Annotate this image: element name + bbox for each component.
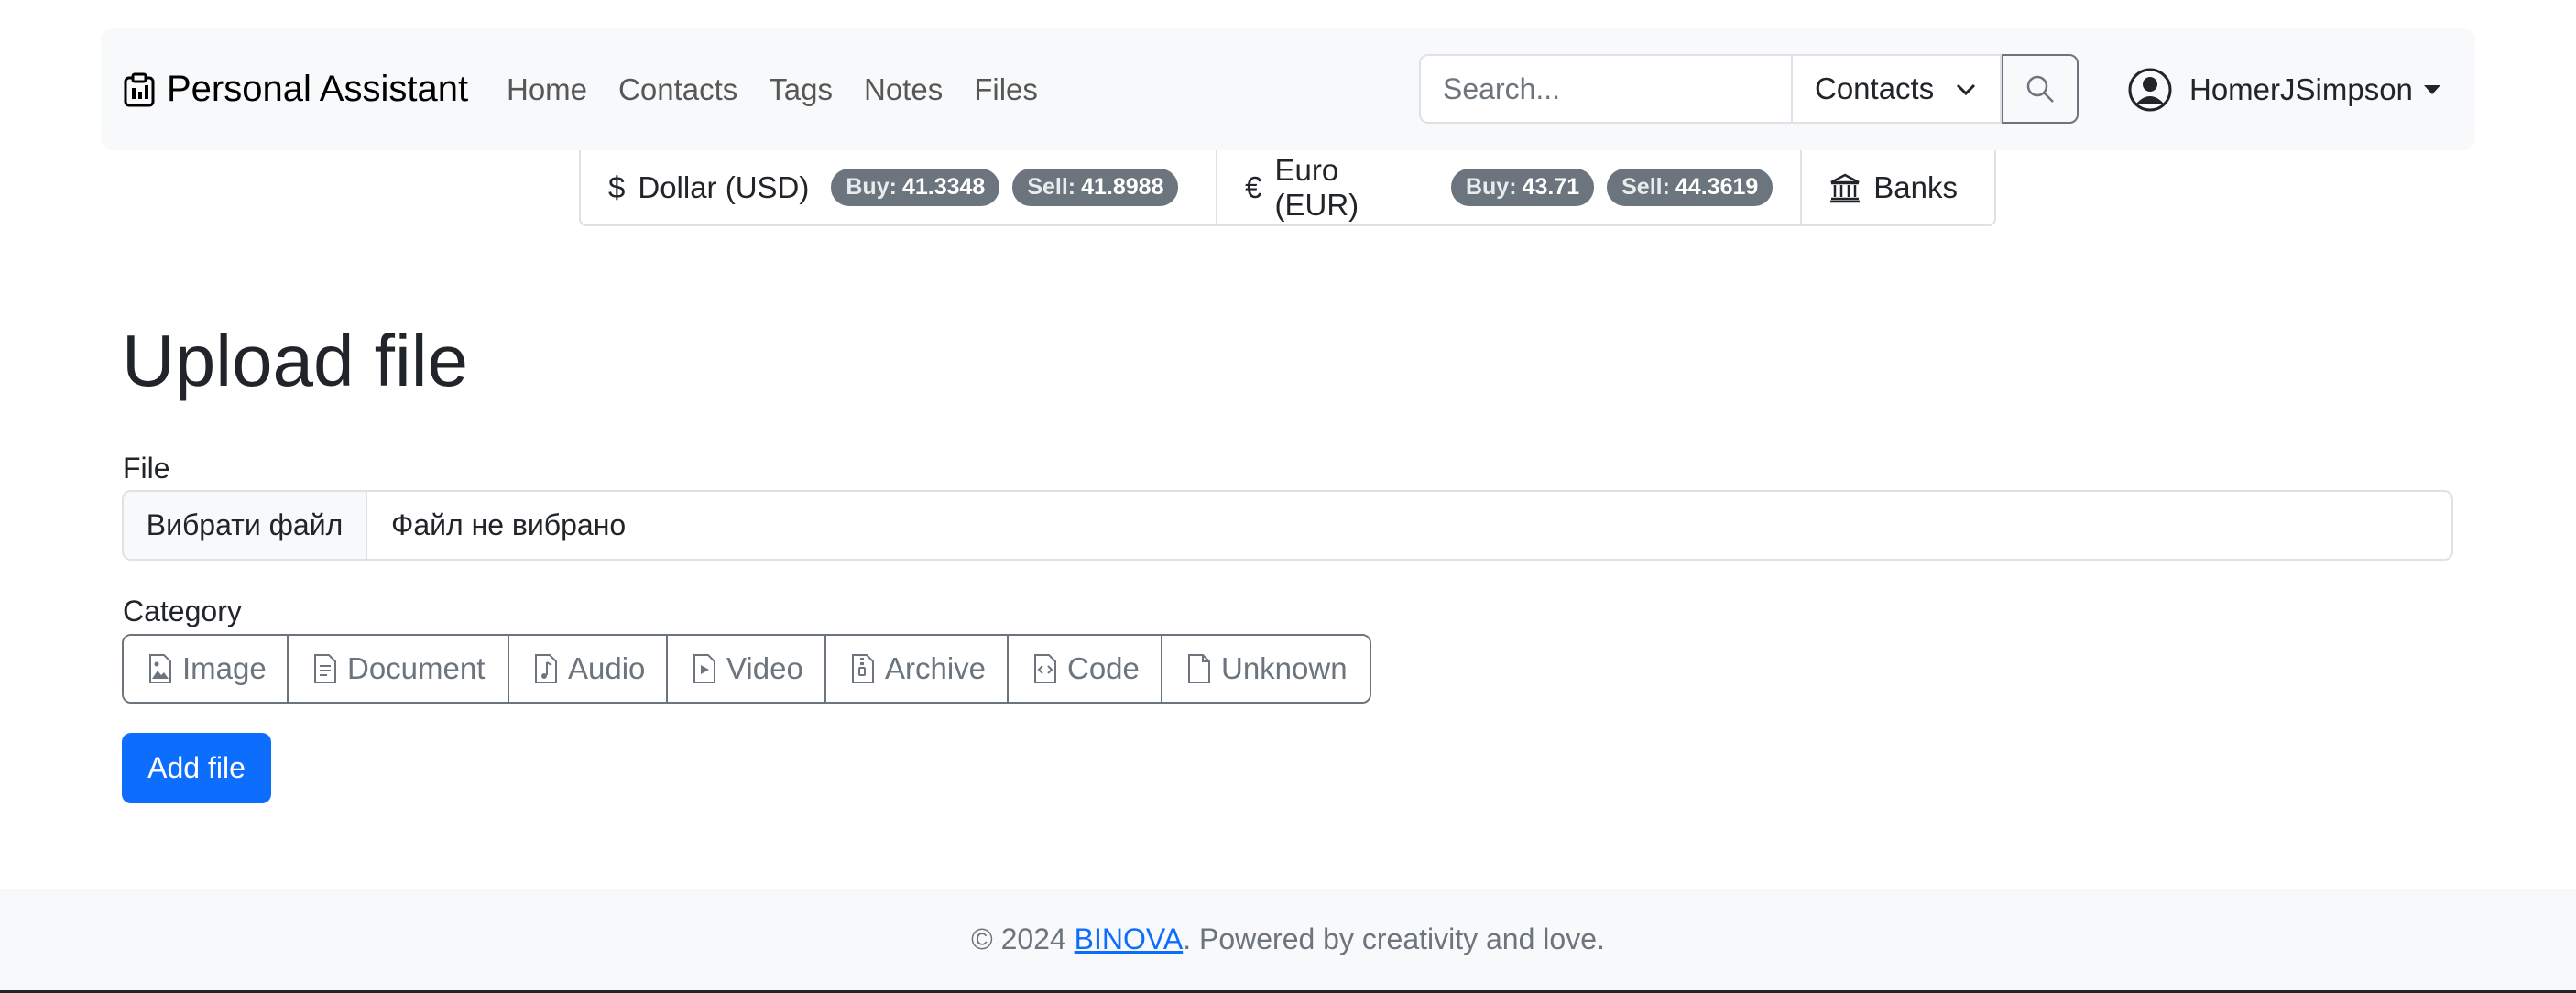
user-avatar-icon — [2127, 67, 2173, 113]
image-file-icon — [147, 653, 173, 684]
search-button[interactable] — [2002, 54, 2079, 124]
buy-rate: 41.3348 — [901, 174, 986, 200]
nav-link-files[interactable]: Files — [974, 72, 1038, 107]
category-document-button[interactable]: Document — [289, 636, 509, 702]
audio-file-icon — [533, 653, 559, 684]
currency-eur: € Euro (EUR) Buy: 43.71 Sell: 44.3619 — [1217, 150, 1803, 224]
code-file-icon — [1032, 653, 1058, 684]
category-label-text: Video — [726, 651, 803, 685]
file-status: Файл не вибрано — [391, 508, 627, 541]
user-name: HomerJSimpson — [2189, 71, 2413, 106]
document-file-icon — [312, 653, 338, 684]
nav-link-contacts[interactable]: Contacts — [618, 72, 737, 107]
category-unknown-button[interactable]: Unknown — [1162, 636, 1370, 702]
currency-usd: $ Dollar (USD) Buy: 41.3348 Sell: 41.8988 — [581, 150, 1218, 224]
buy-badge: Buy: 43.71 — [1450, 169, 1595, 206]
banks-link[interactable]: Banks — [1802, 150, 1994, 224]
category-label-text: Image — [182, 651, 267, 685]
chevron-down-icon — [1954, 77, 1978, 101]
nav-links: Home Contacts Tags Notes Files — [507, 28, 1038, 150]
brand-name: Personal Assistant — [167, 69, 469, 109]
bank-icon — [1829, 172, 1861, 203]
euro-icon: € — [1245, 169, 1262, 204]
currency-name: Dollar (USD) — [638, 169, 810, 204]
category-image-button[interactable]: Image — [124, 636, 289, 702]
category-audio-button[interactable]: Audio — [509, 636, 668, 702]
clipboard-icon — [123, 72, 156, 107]
search-form: Search... Contacts — [1419, 54, 2079, 124]
sell-label: Sell: — [1621, 174, 1670, 200]
currency-bar: $ Dollar (USD) Buy: 41.3348 Sell: 41.8988 … — [579, 150, 1996, 226]
category-code-button[interactable]: Code — [1009, 636, 1162, 702]
caret-down-icon — [2423, 84, 2440, 94]
footer: © 2024 BINOVA. Powered by creativity and… — [0, 889, 2576, 993]
nav-link-notes[interactable]: Notes — [864, 72, 943, 107]
buy-badge: Buy: 41.3348 — [831, 169, 1000, 206]
archive-file-icon — [850, 653, 876, 684]
buy-label: Buy: — [846, 174, 897, 200]
footer-tagline: . Powered by creativity and love. — [1183, 922, 1605, 955]
currency-name: Euro (EUR) — [1274, 152, 1359, 222]
search-input[interactable]: Search... — [1419, 54, 1791, 124]
nav-link-home[interactable]: Home — [507, 72, 587, 107]
search-scope-select[interactable]: Contacts — [1791, 54, 2002, 124]
footer-binova-link[interactable]: BINOVA — [1075, 922, 1184, 956]
nav-link-tags[interactable]: Tags — [769, 72, 833, 107]
file-label: File — [123, 452, 170, 485]
user-menu[interactable]: HomerJSimpson — [2127, 28, 2440, 150]
banks-label: Banks — [1873, 169, 1958, 204]
brand[interactable]: Personal Assistant — [123, 28, 468, 150]
add-file-button[interactable]: Add file — [122, 733, 271, 803]
buy-label: Buy: — [1465, 174, 1517, 200]
category-label: Category — [123, 595, 242, 627]
category-label-text: Code — [1067, 651, 1140, 685]
footer-copyright: © 2024 — [971, 922, 1075, 955]
search-scope-value: Contacts — [1815, 71, 1935, 105]
sell-badge: Sell: 41.8988 — [1012, 169, 1179, 206]
choose-file-button[interactable]: Вибрати файл — [124, 492, 367, 559]
blank-file-icon — [1186, 653, 1212, 684]
sell-rate: 44.3619 — [1675, 174, 1759, 200]
category-label-text: Audio — [568, 651, 646, 685]
buy-rate: 43.71 — [1522, 174, 1580, 200]
search-icon — [2025, 73, 2056, 104]
sell-label: Sell: — [1027, 174, 1076, 200]
page-title: Upload file — [122, 320, 469, 401]
category-label-text: Unknown — [1221, 651, 1348, 685]
category-archive-button[interactable]: Archive — [826, 636, 1009, 702]
category-button-group: Image Document Audio Video Archive Code … — [122, 634, 1371, 704]
file-input[interactable]: Вибрати файл Файл не вибрано — [122, 490, 2453, 561]
category-label-text: Archive — [885, 651, 987, 685]
sell-badge: Sell: 44.3619 — [1607, 169, 1774, 206]
category-label-text: Document — [347, 651, 486, 685]
dollar-icon: $ — [608, 169, 626, 204]
sell-rate: 41.8988 — [1081, 174, 1164, 200]
video-file-icon — [692, 653, 717, 684]
navbar: Personal Assistant Home Contacts Tags No… — [101, 28, 2475, 150]
category-video-button[interactable]: Video — [668, 636, 826, 702]
